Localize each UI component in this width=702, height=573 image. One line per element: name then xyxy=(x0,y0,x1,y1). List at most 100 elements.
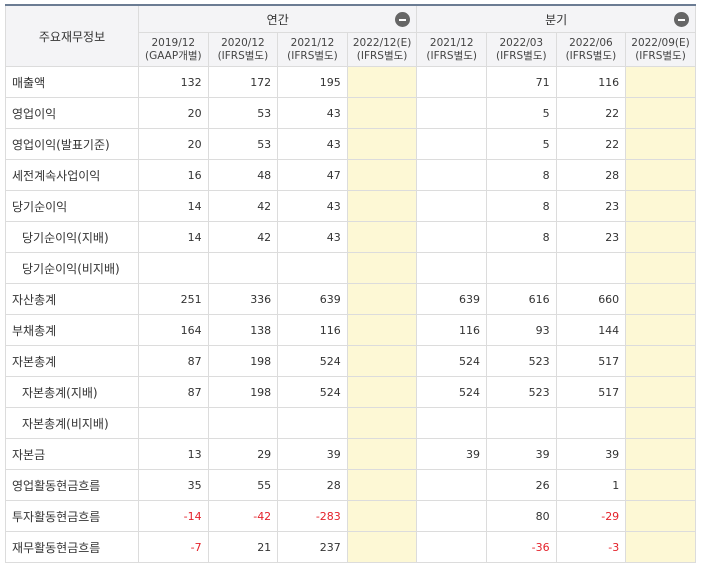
value-cell: 251 xyxy=(138,283,209,315)
period-header: 2022/09(E) (IFRS별도) xyxy=(625,32,696,67)
value-cell: 14 xyxy=(138,190,209,222)
value-cell: -3 xyxy=(555,531,627,563)
value-cell: -42 xyxy=(207,500,279,532)
value-cell: 1 xyxy=(555,469,627,501)
value-cell: 639 xyxy=(277,283,348,315)
value-cell xyxy=(555,407,627,439)
period-date: 2019/12 xyxy=(151,36,196,49)
value-cell: 13 xyxy=(138,438,209,470)
collapse-annual-icon[interactable] xyxy=(395,12,411,27)
value-cell: 39 xyxy=(486,438,557,470)
value-cell xyxy=(346,438,418,470)
value-cell: 198 xyxy=(207,345,279,377)
value-cell: 42 xyxy=(207,221,279,253)
period-header: 2021/12 (IFRS별도) xyxy=(416,32,487,67)
value-cell xyxy=(346,190,418,222)
value-cell xyxy=(625,128,696,160)
table-row: 당기순이익(지배) 14 42 43 8 23 xyxy=(5,221,696,253)
value-cell: 87 xyxy=(138,376,209,408)
period-header: 2020/12 (IFRS별도) xyxy=(207,32,279,67)
value-cell xyxy=(138,252,209,284)
table-row: 자본총계(비지배) xyxy=(5,407,696,439)
value-cell: 16 xyxy=(138,159,209,191)
value-cell: 47 xyxy=(277,159,348,191)
value-cell xyxy=(625,283,696,315)
value-cell xyxy=(625,345,696,377)
value-cell xyxy=(555,252,627,284)
value-cell: 523 xyxy=(486,345,557,377)
collapse-quarter-icon[interactable] xyxy=(673,12,689,27)
annual-group-header: 연간 xyxy=(137,4,418,33)
period-standard: (IFRS별도) xyxy=(426,49,478,62)
value-cell xyxy=(346,66,418,98)
table-row: 자본총계 87 198 524 524 523 517 xyxy=(5,345,696,377)
table-row: 재무활동현금흐름 -7 21 237 -36 -3 xyxy=(5,531,696,563)
value-cell: 198 xyxy=(207,376,279,408)
value-cell xyxy=(486,252,557,284)
table-row: 매출액 132 172 195 71 116 xyxy=(5,66,696,98)
value-cell xyxy=(625,159,696,191)
period-standard: (IFRS별도) xyxy=(635,49,686,62)
value-cell: 21 xyxy=(207,531,279,563)
value-cell xyxy=(346,500,418,532)
period-header: 2019/12 (GAAP개별) xyxy=(138,32,209,67)
value-cell: 524 xyxy=(277,376,348,408)
value-cell xyxy=(416,159,487,191)
period-date: 2021/12 xyxy=(429,36,474,49)
value-cell xyxy=(207,407,279,439)
value-cell xyxy=(416,221,487,253)
value-cell: 39 xyxy=(416,438,487,470)
value-cell: 144 xyxy=(555,314,627,346)
value-cell: 8 xyxy=(486,159,557,191)
value-cell: -14 xyxy=(138,500,209,532)
value-cell: 53 xyxy=(207,128,279,160)
value-cell: 523 xyxy=(486,376,557,408)
value-cell: 26 xyxy=(486,469,557,501)
period-header: 2021/12 (IFRS별도) xyxy=(277,32,348,67)
table-row: 영업활동현금흐름 35 55 28 26 1 xyxy=(5,469,696,501)
value-cell xyxy=(346,407,418,439)
value-cell: 116 xyxy=(277,314,348,346)
value-cell xyxy=(625,97,696,129)
row-label: 자본금 xyxy=(5,438,139,470)
value-cell: 71 xyxy=(486,66,557,98)
period-standard: (IFRS별도) xyxy=(287,49,338,62)
period-standard: (GAAP개별) xyxy=(144,49,202,62)
value-cell: 8 xyxy=(486,221,557,253)
period-header: 2022/06 (IFRS별도) xyxy=(555,32,627,67)
period-date: 2022/12(E) xyxy=(352,36,412,49)
value-cell: 639 xyxy=(416,283,487,315)
value-cell: 524 xyxy=(277,345,348,377)
value-cell: 43 xyxy=(277,190,348,222)
value-cell: 132 xyxy=(138,66,209,98)
value-cell: 35 xyxy=(138,469,209,501)
table-row: 세전계속사업이익 16 48 47 8 28 xyxy=(5,159,696,191)
row-label: 재무활동현금흐름 xyxy=(5,531,139,563)
value-cell xyxy=(416,190,487,222)
value-cell xyxy=(416,252,487,284)
value-cell: 43 xyxy=(277,221,348,253)
value-cell xyxy=(416,531,487,563)
value-cell: 53 xyxy=(207,97,279,129)
value-cell: 524 xyxy=(416,345,487,377)
value-cell xyxy=(416,97,487,129)
value-cell xyxy=(625,221,696,253)
row-label: 세전계속사업이익 xyxy=(5,159,139,191)
value-cell xyxy=(346,376,418,408)
table-row: 자본총계(지배) 87 198 524 524 523 517 xyxy=(5,376,696,408)
value-cell: 28 xyxy=(277,469,348,501)
row-label: 자본총계(비지배) xyxy=(5,407,139,439)
value-cell: 55 xyxy=(207,469,279,501)
value-cell: 43 xyxy=(277,128,348,160)
value-cell xyxy=(625,314,696,346)
value-cell: 195 xyxy=(277,66,348,98)
row-label: 부채총계 xyxy=(5,314,139,346)
value-cell xyxy=(625,531,696,563)
table-row: 영업이익(발표기준) 20 53 43 5 22 xyxy=(5,128,696,160)
row-label: 당기순이익 xyxy=(5,190,139,222)
table-row: 영업이익 20 53 43 5 22 xyxy=(5,97,696,129)
value-cell: 517 xyxy=(555,345,627,377)
value-cell xyxy=(138,407,209,439)
value-cell: 48 xyxy=(207,159,279,191)
value-cell xyxy=(416,469,487,501)
